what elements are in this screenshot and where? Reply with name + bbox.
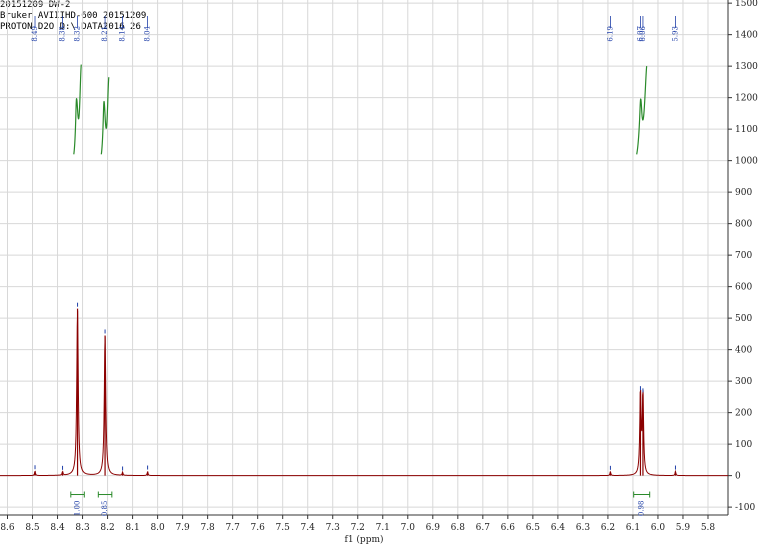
peak-label: 5.93 xyxy=(671,26,679,42)
x-tick-label: 7.6 xyxy=(251,523,266,533)
y-tick-label: 1300 xyxy=(735,62,758,72)
y-tick-label: 1100 xyxy=(735,125,758,135)
x-tick-label: 6.8 xyxy=(451,523,466,533)
x-tick-label: 6.6 xyxy=(501,523,516,533)
y-tick-label: 200 xyxy=(735,409,752,419)
y-tick-label: 900 xyxy=(735,188,752,198)
x-tick-label: 6.5 xyxy=(526,523,541,533)
integral-curve xyxy=(636,66,648,155)
x-tick-label: 8.4 xyxy=(50,523,65,533)
y-tick-label: 1500 xyxy=(735,0,758,9)
spectrum-layer xyxy=(0,302,728,477)
x-tick-label: 7.0 xyxy=(401,523,416,533)
peak-label-layer: 8.49 8.38 8.32 8.21 8.14 8.04 6.19 6.076.06 5.93 xyxy=(31,16,679,42)
x-tick-label: 6.0 xyxy=(651,523,666,533)
y-tick-label: -100 xyxy=(735,503,755,513)
y-tick-label: 1200 xyxy=(735,94,758,104)
y-tick-label: 600 xyxy=(735,283,752,293)
peak-label: 6.19 xyxy=(606,26,614,42)
peak-label: 8.38 xyxy=(59,26,67,42)
x-axis-label: f1 (ppm) xyxy=(345,534,384,545)
peak-label: 8.49 xyxy=(31,26,39,42)
y-tick-label: 1000 xyxy=(735,157,758,167)
x-tick-label: 5.9 xyxy=(676,523,691,533)
y-tick-label: 400 xyxy=(735,346,752,356)
x-tick-label: 7.4 xyxy=(301,523,316,533)
x-tick-label: 7.5 xyxy=(276,523,291,533)
y-tick-label: 300 xyxy=(735,377,752,387)
y-tick-label: 500 xyxy=(735,314,752,324)
x-tick-label: 6.1 xyxy=(626,523,640,533)
nmr-spectrum-chart: 8.6 8.5 8.4 8.3 8.2 8.1 8.0 7.9 7.8 7.7 7.6 7.5 7.4 7… xyxy=(0,0,758,545)
y-tick-label: 0 xyxy=(735,472,741,482)
integral-value-label: 1.00 xyxy=(74,501,82,517)
x-tick-label: 7.2 xyxy=(351,523,365,533)
y-tick-label: 700 xyxy=(735,251,752,261)
x-tick-label: 8.1 xyxy=(125,523,139,533)
integral-curve xyxy=(73,64,82,155)
x-tick-label: 8.5 xyxy=(25,523,40,533)
x-tick-label: 7.1 xyxy=(376,523,390,533)
x-tick-label: 7.7 xyxy=(225,523,240,533)
x-tick-label: 8.2 xyxy=(100,523,114,533)
x-tick-label: 8.6 xyxy=(0,523,15,533)
y-tick-label: 100 xyxy=(735,440,752,450)
x-tick-label: 6.2 xyxy=(601,523,615,533)
x-tick-label: 6.9 xyxy=(426,523,441,533)
x-tick-label: 6.7 xyxy=(476,523,491,533)
x-tick-label: 8.3 xyxy=(75,523,90,533)
integral-value-label: 0.85 xyxy=(101,501,109,517)
x-tick-label: 6.3 xyxy=(576,523,591,533)
integral-value-label: 0.98 xyxy=(638,501,646,517)
peak-label: 8.32 xyxy=(74,26,82,42)
x-tick-label: 7.8 xyxy=(200,523,215,533)
x-tick-label: 6.4 xyxy=(551,523,566,533)
y-tick-label: 800 xyxy=(735,220,752,230)
x-tick-label: 5.8 xyxy=(701,523,716,533)
y-tick-label: 1400 xyxy=(735,31,758,41)
spectrum-trace xyxy=(0,310,728,477)
x-tick-label: 8.0 xyxy=(150,523,165,533)
peak-label: 8.21 xyxy=(101,26,109,42)
x-tick-label: 7.3 xyxy=(326,523,341,533)
x-tick-label: 7.9 xyxy=(175,523,190,533)
